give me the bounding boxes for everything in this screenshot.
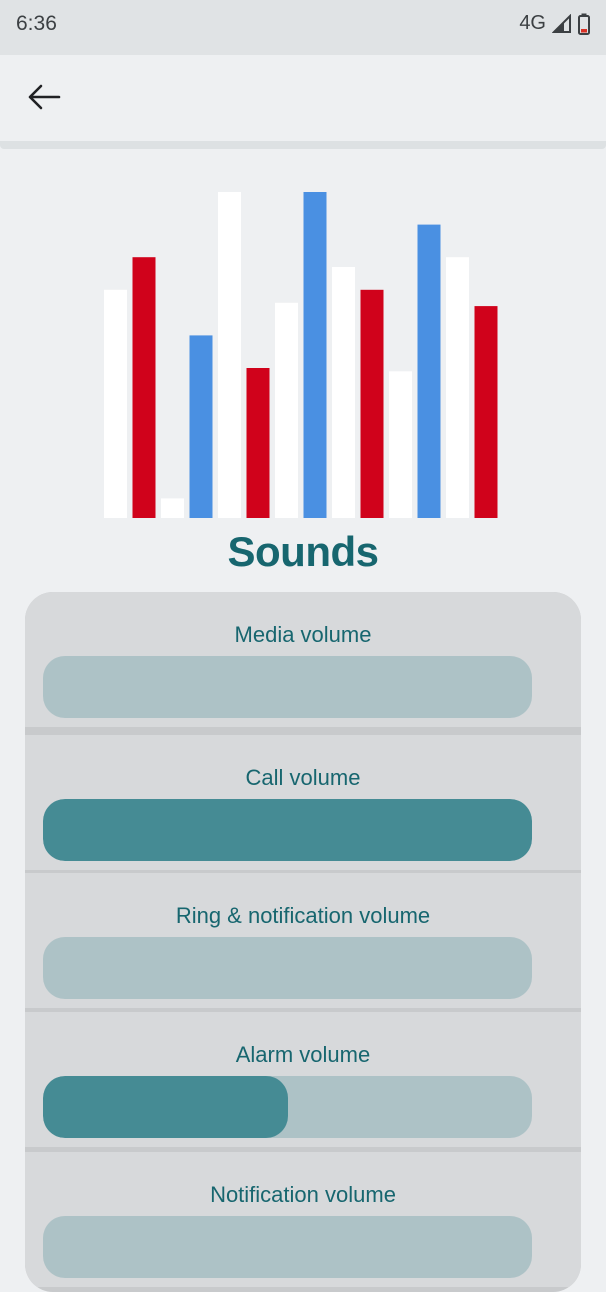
signal-icon [552, 13, 572, 34]
volume-label: Media volume [234, 622, 372, 647]
volume-item: Call volume [25, 735, 581, 870]
equalizer-bar [360, 289, 384, 518]
app-bar [0, 55, 606, 143]
equalizer-bar [132, 257, 156, 518]
volume-item: Ring & notification volume [25, 873, 581, 1008]
status-bar: 6:36 4G [0, 0, 606, 55]
volume-slider-fill [43, 799, 532, 861]
equalizer-bar [218, 192, 241, 518]
volume-slider[interactable] [43, 937, 532, 999]
volume-item: Alarm volume [25, 1012, 581, 1147]
equalizer-bar [332, 267, 355, 518]
volume-label: Call volume [245, 765, 361, 790]
equalizer-bar [275, 302, 298, 518]
equalizer-bar [446, 257, 469, 518]
equalizer-bar [417, 224, 441, 518]
volume-label: Ring & notification volume [175, 903, 431, 928]
status-icons: 4G [519, 12, 590, 35]
equalizer-bar [389, 371, 412, 518]
page-title: Sounds [227, 528, 380, 575]
volume-slider[interactable] [43, 656, 532, 718]
app-bar-divider [0, 141, 606, 149]
equalizer-bar [246, 368, 270, 518]
volume-slider[interactable] [43, 1076, 532, 1138]
volume-label: Notification volume [210, 1182, 396, 1207]
equalizer-graphic [104, 192, 498, 518]
volume-item: Media volume [25, 592, 581, 727]
volume-item: Notification volume [25, 1152, 581, 1287]
equalizer-bar [161, 498, 184, 518]
volume-label: Alarm volume [235, 1042, 371, 1067]
volume-slider-fill [43, 1076, 288, 1138]
battery-icon [578, 13, 590, 35]
back-button[interactable] [22, 79, 66, 119]
volume-settings-list: Media volume Call volume Ring & notificati… [25, 592, 581, 1292]
arrow-back-icon [27, 84, 61, 115]
equalizer-bar [303, 192, 327, 518]
volume-slider[interactable] [43, 1216, 532, 1278]
equalizer-bar [104, 289, 127, 518]
equalizer-bar [189, 335, 213, 518]
network-type: 4G [519, 12, 546, 34]
volume-slider[interactable] [43, 799, 532, 861]
equalizer-bar [474, 306, 498, 518]
status-time: 6:36 [16, 12, 57, 35]
